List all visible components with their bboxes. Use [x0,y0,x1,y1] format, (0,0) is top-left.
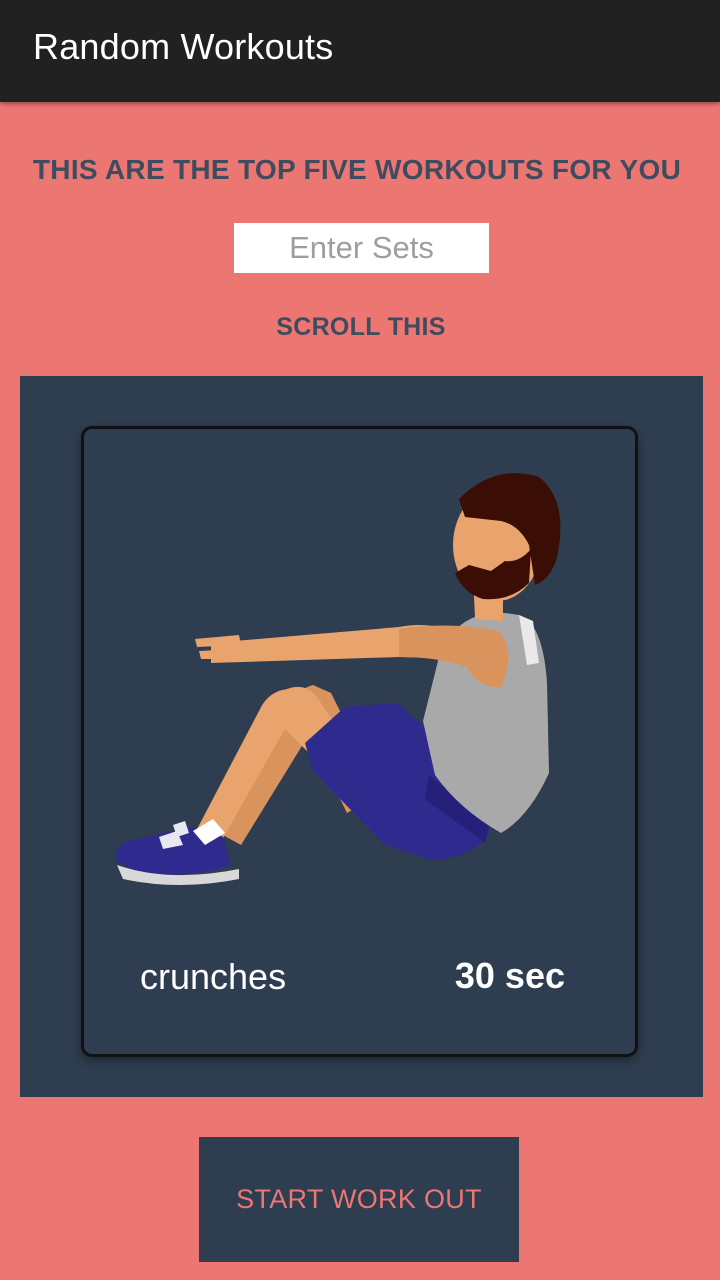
start-workout-button[interactable]: START WORK OUT [199,1137,519,1262]
app-bar: Random Workouts [0,0,720,102]
sets-input[interactable] [234,223,489,273]
page-headline: THIS ARE THE TOP FIVE WORKOUTS FOR YOU [32,154,682,185]
exercise-duration: 30 sec [454,955,565,996]
workout-card[interactable]: crunches 30 sec [81,426,638,1057]
scroll-hint-label: SCROLL THIS [276,313,446,341]
exercise-name: crunches [140,956,287,997]
crunches-illustration [116,473,561,885]
workout-scroll-area[interactable]: crunches 30 sec [20,376,703,1097]
app-title: Random Workouts [33,26,334,67]
